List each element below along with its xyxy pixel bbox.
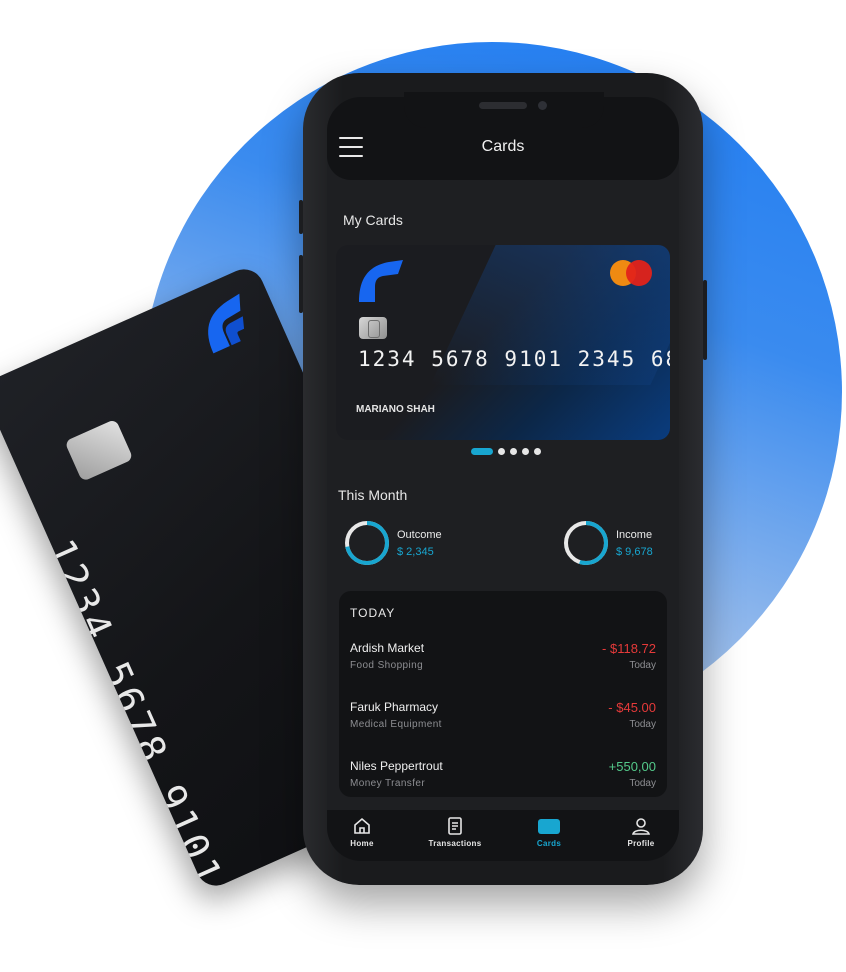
income-value: $ 9,678 [616,546,653,558]
income-ring [564,521,608,565]
bank-logo-icon [359,260,403,302]
card-number: 1234 5678 9101 2345 68 [358,347,670,371]
card-chip-icon [359,317,387,339]
transaction-date: Today [629,660,656,671]
bottom-tab-bar: Home Transactions Cards Profile [327,810,679,861]
transaction-category: Food Shopping [350,660,424,671]
transaction-row[interactable]: Niles Peppertrout Money Transfer +550,00… [350,759,656,799]
transaction-row[interactable]: Ardish Market Food Shopping - $118.72 To… [350,641,656,681]
tab-label: Profile [627,839,655,848]
phone-side-button [299,200,303,234]
card-holder-name: MARIANO SHAH [356,404,435,415]
phone-notch [404,92,604,128]
transaction-amount: +550,00 [608,759,656,774]
tab-label: Transactions [428,839,482,848]
transaction-category: Money Transfer [350,778,426,789]
transaction-category: Medical Equipment [350,719,442,730]
tab-profile[interactable]: Profile [597,816,679,856]
my-cards-title: My Cards [343,212,403,228]
transaction-row[interactable]: Faruk Pharmacy Medical Equipment - $45.0… [350,700,656,740]
phone-side-button [703,280,707,360]
transactions-panel: TODAY Ardish Market Food Shopping - $118… [339,591,667,797]
phone-side-button [299,255,303,313]
pager-dot[interactable] [498,448,505,455]
transaction-name: Niles Peppertrout [350,759,443,773]
outcome-ring [345,521,389,565]
pager-dot[interactable] [471,448,493,455]
receipt-icon [448,817,462,835]
transaction-date: Today [629,719,656,730]
tab-transactions[interactable]: Transactions [411,816,499,856]
home-icon [354,817,370,834]
tab-label: Home [350,839,374,848]
mastercard-icon [610,260,652,286]
pager-dot[interactable] [510,448,517,455]
outcome-label: Outcome [397,529,442,541]
tab-home[interactable]: Home [327,816,406,856]
phone-camera [538,101,547,110]
transaction-amount: - $45.00 [608,700,656,715]
pager-dot[interactable] [534,448,541,455]
transaction-amount: - $118.72 [602,641,656,656]
card-pager [471,448,541,455]
transaction-date: Today [629,778,656,789]
transactions-heading: TODAY [350,606,396,620]
tab-cards[interactable]: Cards [505,816,593,856]
transaction-name: Ardish Market [350,641,425,655]
outcome-value: $ 2,345 [397,546,434,558]
income-stat: Income $ 9,678 [562,519,678,569]
card-chip [64,418,134,482]
app-screen: Cards My Cards 1234 5678 9101 2345 68 MA… [327,97,679,861]
tab-label: Cards [536,839,562,848]
transaction-name: Faruk Pharmacy [350,700,439,714]
credit-card[interactable]: 1234 5678 9101 2345 68 MARIANO SHAH [336,245,670,440]
user-icon [632,818,650,835]
card-icon [538,819,560,834]
pager-dot[interactable] [522,448,529,455]
bank-logo-icon [208,293,245,354]
page-title: Cards [481,138,525,155]
physical-card-number: 1234 5678 9101 2345 [38,532,287,893]
outcome-stat: Outcome $ 2,345 [343,519,483,569]
this-month-title: This Month [338,487,408,503]
phone-speaker [479,102,527,109]
income-label: Income [616,529,653,541]
